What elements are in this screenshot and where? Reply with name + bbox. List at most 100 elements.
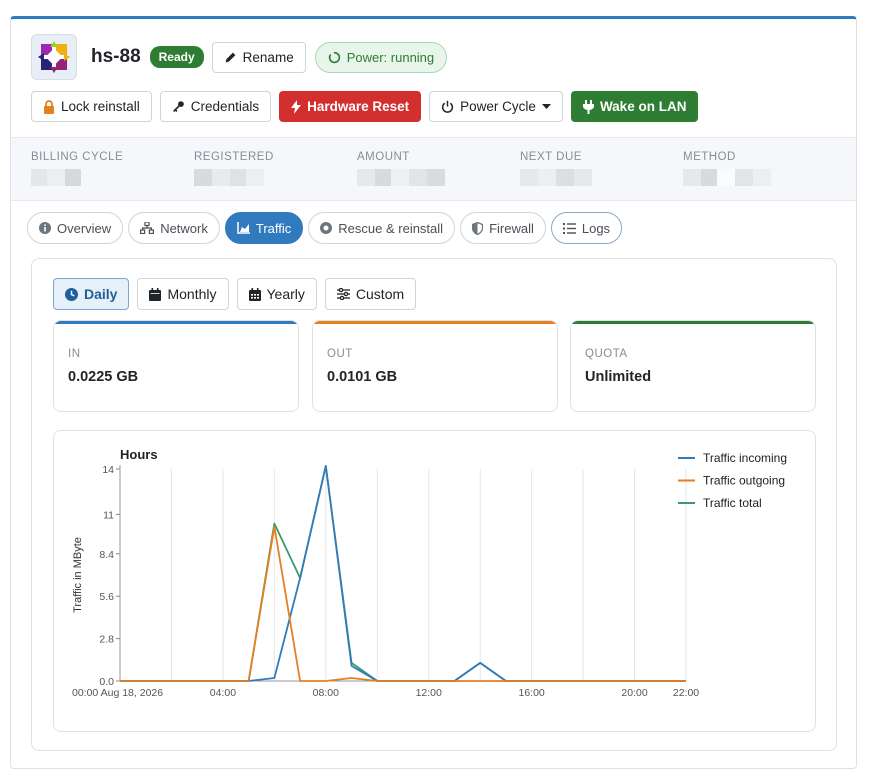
x-tick-label: 16:00 <box>518 687 544 699</box>
legend-label: Traffic total <box>703 496 762 510</box>
wake-on-lan-button[interactable]: Wake on LAN <box>570 91 699 122</box>
sliders-icon <box>336 288 350 300</box>
rename-label: Rename <box>242 49 294 65</box>
y-tick-label: 8.4 <box>99 549 114 561</box>
power-status-badge: Power: running <box>314 41 448 73</box>
x-tick-label: 22:00 <box>673 687 699 699</box>
quota-value: Unlimited <box>585 369 652 385</box>
redacted-value <box>357 169 445 186</box>
credentials-label: Credentials <box>190 99 260 114</box>
quota-accent-bar <box>571 321 815 324</box>
range-custom-label: Custom <box>355 286 405 302</box>
lock-icon <box>44 99 54 114</box>
x-tick-label: 04:00 <box>210 687 236 699</box>
tab-firewall-label: Firewall <box>489 220 534 236</box>
x-tick-label: 00:00 Aug 18, 2026 <box>72 687 163 699</box>
registered-field: REGISTERED <box>194 151 274 186</box>
hardware-reset-label: Hardware Reset <box>307 99 410 114</box>
billing-cycle-label: BILLING CYCLE <box>31 151 124 163</box>
calendar-grid-icon <box>248 287 261 301</box>
range-daily-label: Daily <box>84 286 118 302</box>
tab-firewall[interactable]: Firewall <box>460 212 546 244</box>
shield-icon <box>472 221 484 235</box>
billing-cycle-field: BILLING CYCLE <box>31 151 123 186</box>
tab-logs[interactable]: Logs <box>550 212 623 244</box>
legend-label: Traffic outgoing <box>703 474 785 488</box>
out-value: 0.0101 GB <box>327 369 398 385</box>
range-yearly-button[interactable]: Yearly <box>236 278 317 310</box>
x-tick-label: 08:00 <box>313 687 339 699</box>
traffic-in-card: IN 0.0225 GB <box>53 320 299 412</box>
calendar-icon <box>149 287 162 301</box>
status-badge: Ready <box>149 46 204 68</box>
out-accent-bar <box>313 321 557 324</box>
method-label: METHOD <box>683 151 736 163</box>
tab-overview[interactable]: Overview <box>27 212 124 244</box>
power-icon <box>442 100 454 113</box>
series-line-traffic-outgoing <box>120 525 686 682</box>
spinner-icon <box>328 51 340 63</box>
network-icon <box>140 222 155 234</box>
x-tick-label: 12:00 <box>416 687 442 699</box>
redacted-value <box>683 169 771 186</box>
key-icon <box>172 101 184 112</box>
in-label: IN <box>68 348 81 360</box>
out-label: OUT <box>327 348 353 360</box>
power-cycle-label: Power Cycle <box>460 99 536 114</box>
y-axis-label: Traffic in MByte <box>72 537 84 613</box>
range-yearly-label: Yearly <box>266 286 305 302</box>
life-ring-icon <box>320 222 333 234</box>
tab-overview-label: Overview <box>57 220 112 236</box>
pencil-icon <box>225 52 236 62</box>
server-tabs: Overview Network Traffic Rescue & reinst… <box>27 212 623 244</box>
amount-field: AMOUNT <box>357 151 445 186</box>
tab-network-label: Network <box>160 220 208 236</box>
in-value: 0.0225 GB <box>68 369 139 385</box>
power-status-text: Power: running <box>346 49 435 65</box>
redacted-value <box>31 169 123 186</box>
traffic-out-card: OUT 0.0101 GB <box>312 320 558 412</box>
tab-logs-label: Logs <box>581 220 611 236</box>
credentials-button[interactable]: Credentials <box>159 91 272 122</box>
traffic-chart: 0.02.85.68.4111400:00 Aug 18, 2026 04:00 0… <box>72 447 787 699</box>
range-monthly-button[interactable]: Monthly <box>137 278 229 310</box>
y-tick-label: 11 <box>103 509 114 521</box>
chevron-down-icon <box>541 103 551 109</box>
server-hostname: hs-88 <box>91 46 141 67</box>
next-due-label: NEXT DUE <box>520 151 582 163</box>
range-custom-button[interactable]: Custom <box>324 278 417 310</box>
plug-icon <box>582 99 594 114</box>
server-card: hs-88 Ready Rename Power: running Lock r… <box>10 16 857 769</box>
traffic-chart-card: 0.0 2.8 5.6 8.4 11 14 00:00 Aug 18, 2026 04:00 0… <box>53 430 816 732</box>
range-daily-button[interactable]: Daily <box>53 278 130 310</box>
wake-on-lan-label: Wake on LAN <box>599 99 687 114</box>
tab-traffic[interactable]: Traffic <box>224 212 304 244</box>
amount-label: AMOUNT <box>357 151 410 163</box>
bolt-icon <box>291 99 302 114</box>
tab-rescue[interactable]: Rescue & reinstall <box>308 212 456 244</box>
redacted-value <box>194 169 274 186</box>
billing-info: BILLING CYCLE REGISTERED AMOUNT NEXT DUE… <box>11 137 856 201</box>
legend-label: Traffic incoming <box>703 451 787 465</box>
in-accent-bar <box>54 321 298 324</box>
list-icon <box>562 222 576 234</box>
redacted-value <box>520 169 592 186</box>
server-header: hs-88 Ready Rename Power: running Lock r… <box>11 19 856 137</box>
tab-traffic-label: Traffic <box>255 220 292 236</box>
power-cycle-button[interactable]: Power Cycle <box>429 91 563 122</box>
hardware-reset-button[interactable]: Hardware Reset <box>279 91 422 122</box>
range-monthly-label: Monthly <box>167 286 217 302</box>
tab-network[interactable]: Network <box>128 212 220 244</box>
area-chart-icon <box>237 222 250 234</box>
quota-label: QUOTA <box>585 348 628 360</box>
lock-reinstall-button[interactable]: Lock reinstall <box>31 91 152 122</box>
y-tick-label: 2.8 <box>99 634 114 646</box>
traffic-panel: Daily Monthly Yearly Custom IN 0.0225 GB… <box>31 258 837 751</box>
rename-button[interactable]: Rename <box>211 41 306 73</box>
clock-icon <box>65 287 78 301</box>
range-selector: Daily Monthly Yearly Custom <box>53 278 417 310</box>
series-line-traffic-incoming <box>120 465 686 682</box>
chart-title: Hours <box>120 447 158 462</box>
method-field: METHOD <box>683 151 771 186</box>
lock-reinstall-label: Lock reinstall <box>61 99 140 114</box>
